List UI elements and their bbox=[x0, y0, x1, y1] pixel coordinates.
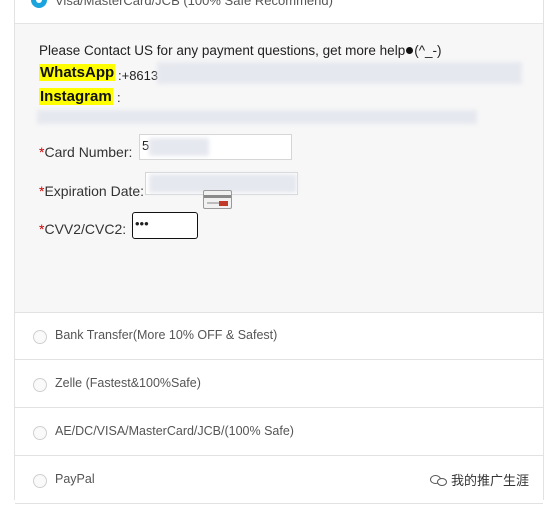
cvv-input[interactable]: ••• bbox=[132, 212, 198, 239]
cvv-label: *CVV2/CVC2: bbox=[39, 221, 126, 237]
whatsapp-label: WhatsApp bbox=[39, 64, 116, 81]
instagram-label: Instagram bbox=[39, 88, 113, 105]
payment-option-zelle[interactable]: Zelle (Fastest&100%Safe) bbox=[15, 361, 543, 408]
card-number-label: *Card Number: bbox=[39, 144, 132, 160]
payment-option-label: AE/DC/VISA/MasterCard/JCB/(100% Safe) bbox=[55, 424, 294, 438]
payment-option-ae-dc[interactable]: AE/DC/VISA/MasterCard/JCB/(100% Safe) bbox=[15, 409, 543, 456]
payment-panel: Visa/MasterCard/JCB (100% Safe Recommend… bbox=[14, 0, 544, 504]
expiration-date-label-text: Expiration Date: bbox=[44, 183, 145, 199]
card-back-icon bbox=[203, 190, 232, 209]
payment-option-card[interactable]: Visa/MasterCard/JCB (100% Safe Recommend… bbox=[15, 0, 543, 24]
watermark: 我的推广生涯 bbox=[430, 470, 529, 489]
wechat-icon bbox=[430, 474, 447, 487]
payment-option-label: Zelle (Fastest&100%Safe) bbox=[55, 376, 201, 390]
watermark-text: 我的推广生涯 bbox=[451, 473, 530, 488]
redacted-whatsapp bbox=[157, 62, 522, 84]
card-payment-form: Please Contact US for any payment questi… bbox=[15, 24, 543, 313]
instagram-colon: : bbox=[117, 90, 121, 105]
expiration-date-label: *Expiration Date: bbox=[39, 183, 144, 199]
cvv-value: ••• bbox=[135, 216, 149, 231]
radio-unchecked-icon[interactable] bbox=[33, 426, 47, 440]
radio-unchecked-icon[interactable] bbox=[33, 474, 47, 488]
payment-option-bank-transfer[interactable]: Bank Transfer(More 10% OFF & Safest) bbox=[15, 313, 543, 360]
redacted-instagram bbox=[37, 110, 477, 124]
contact-emoticon: (^_-) bbox=[414, 43, 442, 58]
card-number-label-text: Card Number: bbox=[44, 144, 133, 160]
payment-option-label: PayPal bbox=[55, 472, 95, 486]
payment-option-card-label: Visa/MasterCard/JCB (100% Safe Recommend… bbox=[55, 0, 333, 8]
contact-message: Please Contact US for any payment questi… bbox=[39, 43, 442, 58]
redacted-card-number bbox=[149, 138, 209, 156]
payment-option-label: Bank Transfer(More 10% OFF & Safest) bbox=[55, 328, 278, 342]
whatsapp-value: :+8613 bbox=[118, 68, 159, 83]
smile-emoji-icon bbox=[406, 47, 414, 55]
radio-unchecked-icon[interactable] bbox=[33, 378, 47, 392]
radio-unchecked-icon[interactable] bbox=[33, 330, 47, 344]
contact-message-text: Please Contact US for any payment questi… bbox=[39, 43, 406, 58]
radio-checked-icon[interactable] bbox=[31, 0, 47, 8]
cvv-label-text: CVV2/CVC2: bbox=[44, 221, 127, 237]
